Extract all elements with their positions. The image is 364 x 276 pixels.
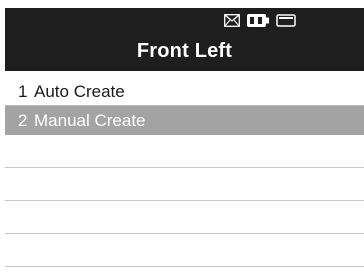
empty-list-row (5, 135, 364, 168)
menu-item-label: Manual Create (34, 111, 146, 130)
empty-list-row (5, 201, 364, 234)
page-title: Front Left (136, 40, 233, 62)
menu-item-number: 2 (18, 111, 28, 130)
empty-list-row (5, 234, 364, 267)
battery-icon (276, 14, 296, 27)
battery-charging-icon (247, 14, 269, 27)
menu-list: 1 Auto Create 2 Manual Create (5, 77, 364, 267)
device-screen: Front Left 1 Auto Create 2 Manual Create (5, 8, 364, 276)
menu-item-label: Auto Create (34, 82, 125, 101)
menu-item-manual-create[interactable]: 2 Manual Create (5, 106, 364, 135)
header-bar: Front Left (5, 8, 364, 71)
mail-icon (224, 14, 240, 27)
menu-item-number: 1 (18, 82, 28, 101)
empty-list-row (5, 168, 364, 201)
menu-item-auto-create[interactable]: 1 Auto Create (5, 77, 364, 106)
